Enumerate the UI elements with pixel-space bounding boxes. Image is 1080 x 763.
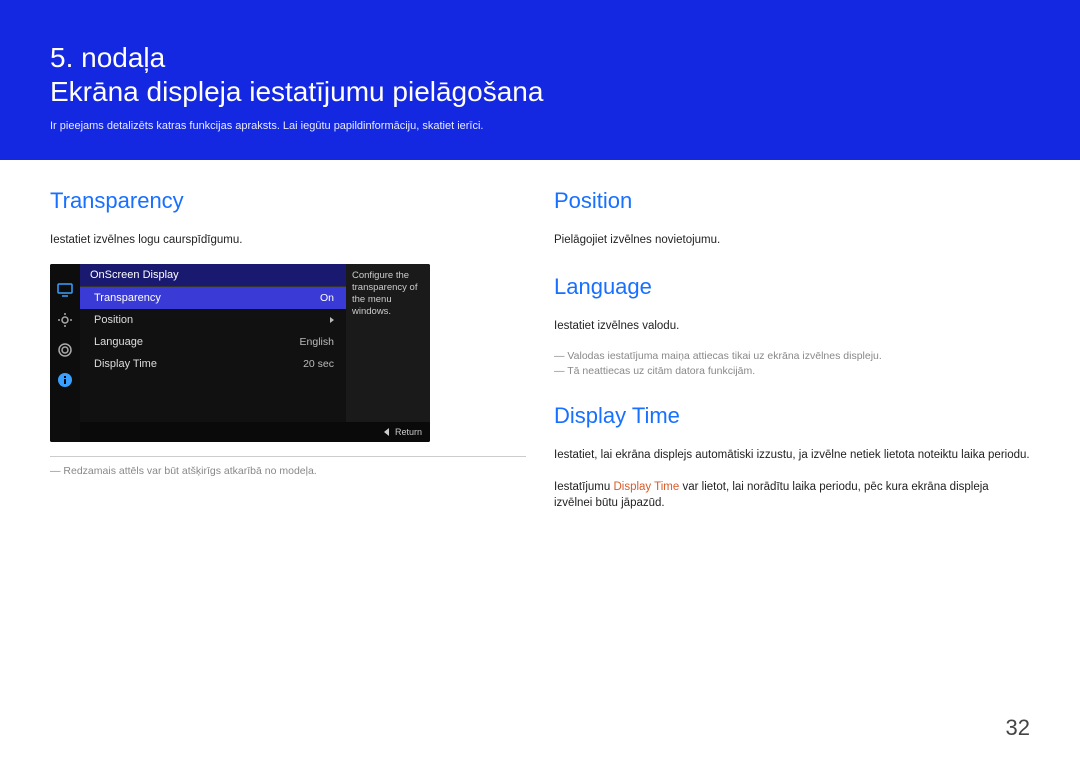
osd-footer: Return <box>80 422 430 442</box>
osd-row-value: On <box>320 292 334 304</box>
osd-menu-header: OnScreen Display <box>80 264 346 287</box>
right-column: Position Pielāgojiet izvēlnes novietojum… <box>554 188 1030 537</box>
left-column: Transparency Iestatiet izvēlnes logu cau… <box>50 188 526 537</box>
chevron-right-icon <box>330 317 334 323</box>
osd-tip: Configure the transparency of the menu w… <box>346 264 430 442</box>
chapter-banner: 5. nodaļa Ekrāna displeja iestatījumu pi… <box>0 0 1080 160</box>
osd-row-displaytime: Display Time 20 sec <box>80 353 346 375</box>
banner-subtitle: Ir pieejams detalizēts katras funkcijas … <box>50 120 1030 132</box>
section-transparency: Transparency Iestatiet izvēlnes logu cau… <box>50 188 526 477</box>
osd-return-label: Return <box>395 427 422 437</box>
monitor-icon <box>57 282 73 298</box>
info-icon <box>57 372 73 388</box>
chapter-label: 5. nodaļa <box>50 42 1030 74</box>
desc-transparency: Iestatiet izvēlnes logu caurspīdīgumu. <box>50 232 526 248</box>
osd-screenshot: OnScreen Display Transparency On Positio… <box>50 264 430 442</box>
inline-ref: Display Time <box>613 481 679 493</box>
content-columns: Transparency Iestatiet izvēlnes logu cau… <box>0 160 1080 537</box>
osd-menu: OnScreen Display Transparency On Positio… <box>80 264 346 442</box>
section-display-time: Display Time Iestatiet, lai ekrāna displ… <box>554 403 1030 511</box>
heading-transparency: Transparency <box>50 188 526 214</box>
osd-row-transparency: Transparency On <box>80 287 346 309</box>
osd-row-value: 20 sec <box>303 358 334 370</box>
note-language-1: Valodas iestatījuma maiņa attiecas tikai… <box>554 350 1030 362</box>
osd-row-label: Language <box>94 336 143 348</box>
desc-position: Pielāgojiet izvēlnes novietojumu. <box>554 232 1030 248</box>
heading-display-time: Display Time <box>554 403 1030 429</box>
heading-position: Position <box>554 188 1030 214</box>
heading-language: Language <box>554 274 1030 300</box>
note-language-2: Tā neattiecas uz citām datora funkcijām. <box>554 365 1030 377</box>
brightness-icon <box>57 312 73 328</box>
page-number: 32 <box>1006 715 1030 741</box>
divider <box>50 456 526 457</box>
osd-row-value: English <box>300 336 334 348</box>
page-title: Ekrāna displeja iestatījumu pielāgošana <box>50 76 1030 108</box>
footnote: Redzamais attēls var būt atšķirīgs atkar… <box>50 465 526 477</box>
desc-language: Iestatiet izvēlnes valodu. <box>554 318 1030 334</box>
osd-row-position: Position <box>80 309 346 331</box>
osd-row-label: Position <box>94 314 133 326</box>
section-position: Position Pielāgojiet izvēlnes novietojum… <box>554 188 1030 248</box>
gear-icon <box>57 342 73 358</box>
desc-display-time-2: Iestatījumu Display Time var lietot, lai… <box>554 479 1030 511</box>
osd-row-language: Language English <box>80 331 346 353</box>
section-language: Language Iestatiet izvēlnes valodu. Valo… <box>554 274 1030 377</box>
osd-row-label: Transparency <box>94 292 161 304</box>
osd-sidebar <box>50 264 80 442</box>
desc-display-time-1: Iestatiet, lai ekrāna displejs automātis… <box>554 447 1030 463</box>
back-triangle-icon <box>384 428 389 436</box>
osd-row-label: Display Time <box>94 358 157 370</box>
